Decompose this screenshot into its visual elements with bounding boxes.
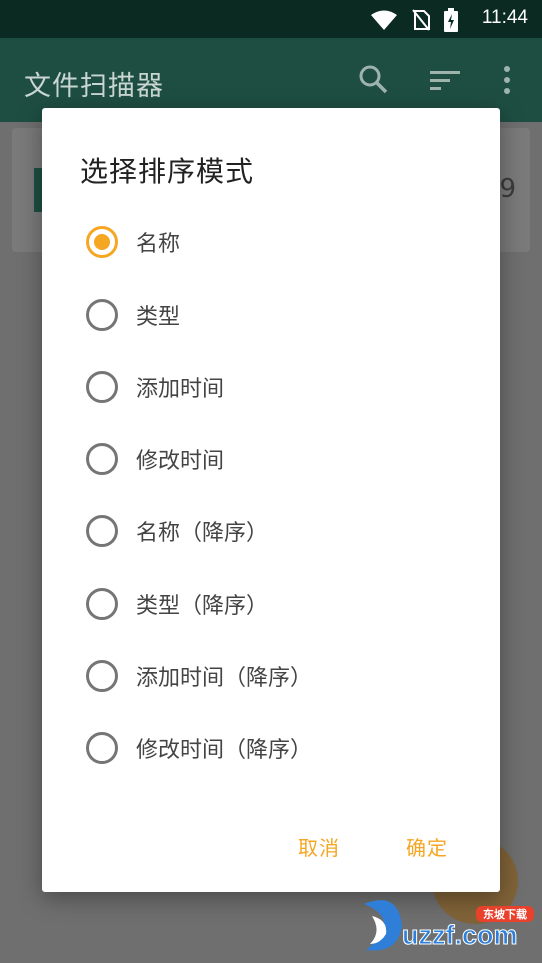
cancel-button[interactable]: 取消: [298, 832, 340, 861]
confirm-button[interactable]: 确定: [406, 832, 448, 861]
option-label: 修改时间（降序）: [136, 738, 313, 763]
more-vert-icon[interactable]: [502, 66, 512, 94]
watermark-logo: 东坡下载 uzzf.com: [358, 896, 536, 956]
radio-button[interactable]: [86, 515, 118, 547]
status-bar: 11:44: [0, 0, 542, 38]
option-added-time-desc[interactable]: 添加时间（降序）: [86, 656, 312, 696]
status-icons: [370, 8, 458, 32]
option-label: 类型: [136, 305, 181, 330]
dialog-title: 选择排序模式: [80, 155, 255, 188]
radio-button[interactable]: [86, 226, 118, 258]
option-label: 添加时间: [136, 377, 225, 402]
option-label: 名称（降序）: [136, 521, 269, 546]
card-count: 9: [499, 174, 516, 204]
option-type[interactable]: 类型: [86, 295, 180, 335]
app-title: 文件扫描器: [24, 71, 164, 102]
radio-button[interactable]: [86, 588, 118, 620]
option-label: 修改时间: [136, 449, 225, 474]
battery-icon: [444, 8, 458, 32]
option-label: 类型（降序）: [136, 594, 269, 619]
radio-button[interactable]: [86, 732, 118, 764]
option-modified-time[interactable]: 修改时间: [86, 439, 224, 479]
wifi-icon: [371, 10, 397, 30]
option-label: 添加时间（降序）: [136, 666, 313, 691]
radio-button[interactable]: [86, 443, 118, 475]
no-sim-icon: [412, 9, 430, 31]
option-added-time[interactable]: 添加时间: [86, 367, 224, 407]
radio-button[interactable]: [86, 660, 118, 692]
watermark-badge: 东坡下载: [483, 907, 527, 921]
radio-button[interactable]: [86, 299, 118, 331]
search-icon[interactable]: [358, 64, 388, 94]
option-modified-time-desc[interactable]: 修改时间（降序）: [86, 728, 312, 768]
watermark-text: uzzf.com: [402, 920, 518, 950]
sort-mode-dialog: 选择排序模式 名称 类型 添加时间 修改时间 名称（降序） 类型（降序） 添加时…: [42, 108, 500, 892]
radio-button[interactable]: [86, 371, 118, 403]
option-type-desc[interactable]: 类型（降序）: [86, 584, 268, 624]
option-name-desc[interactable]: 名称（降序）: [86, 511, 268, 551]
sort-icon[interactable]: [430, 70, 460, 92]
option-label: 名称: [136, 232, 181, 257]
option-name[interactable]: 名称: [86, 222, 180, 262]
status-time: 11:44: [481, 7, 528, 28]
